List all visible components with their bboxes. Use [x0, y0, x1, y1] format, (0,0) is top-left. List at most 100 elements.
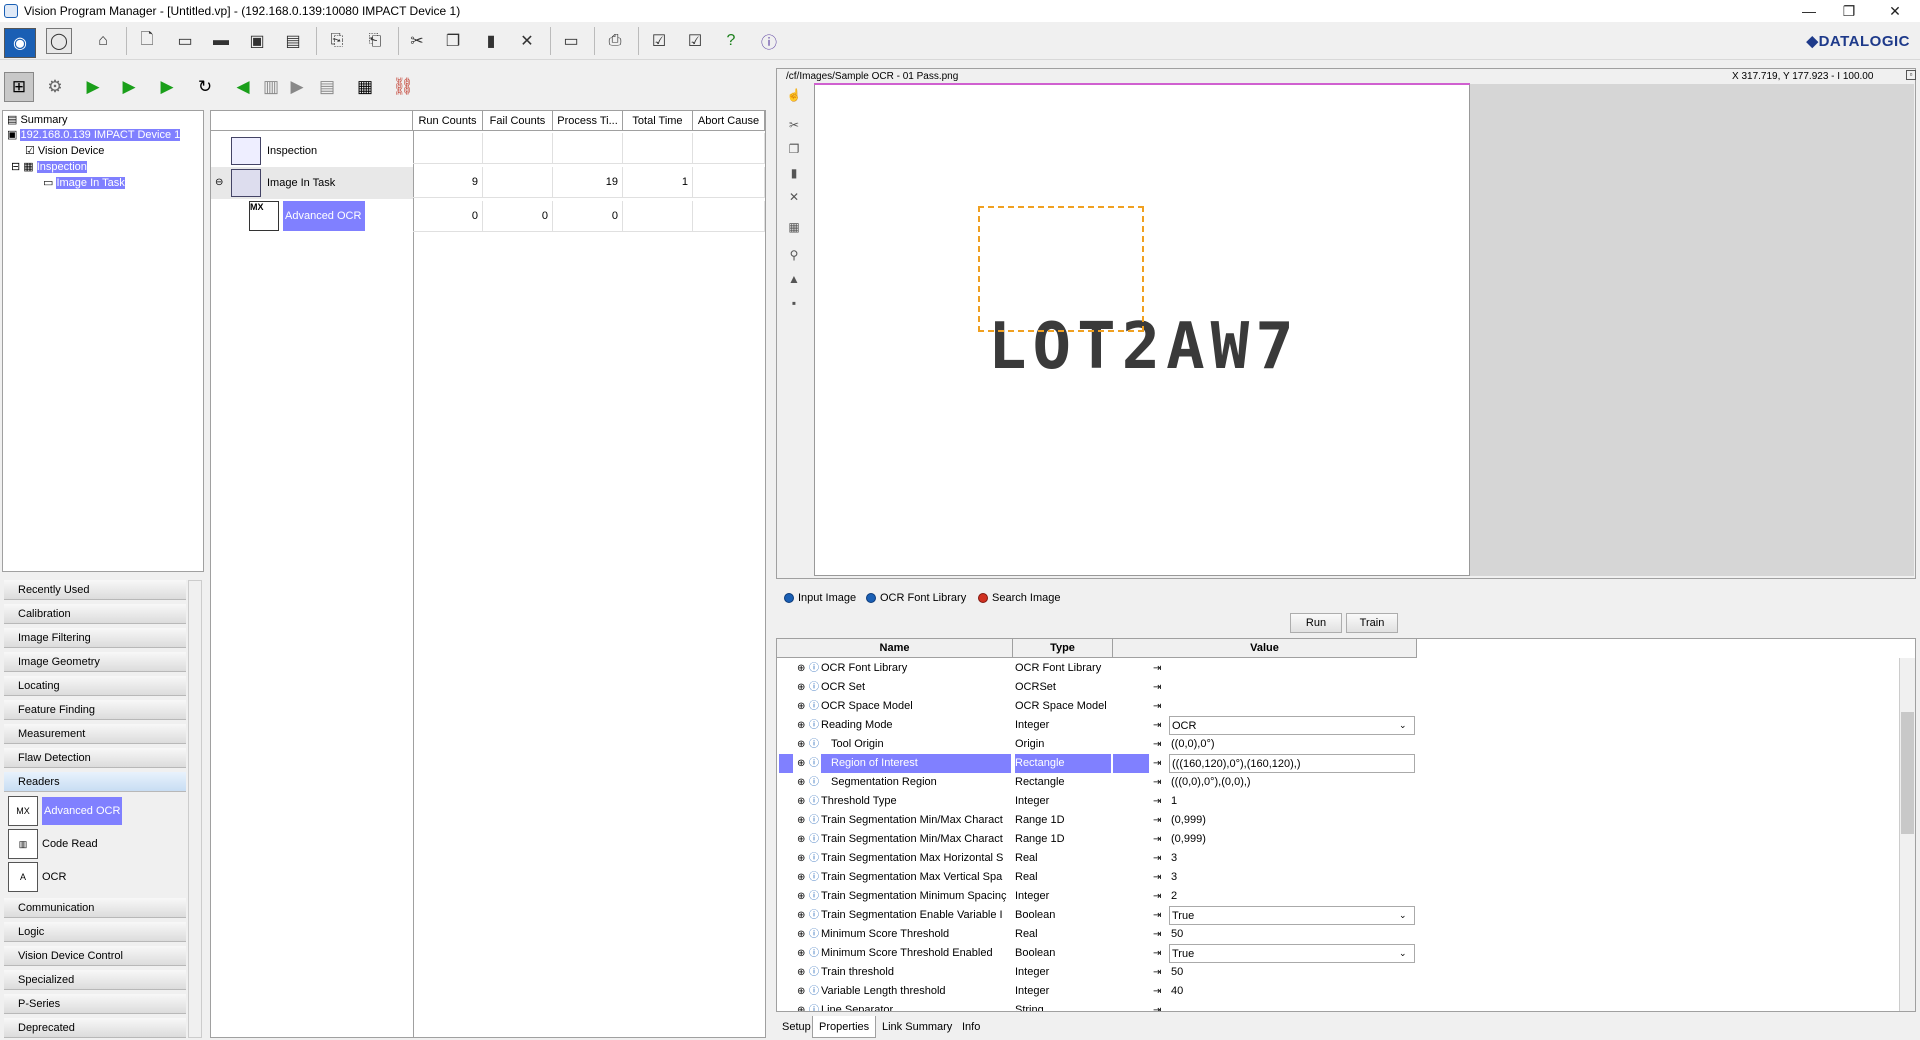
- property-value[interactable]: 3: [1169, 868, 1415, 887]
- info-icon[interactable]: ⓘ: [809, 716, 819, 735]
- cut-icon[interactable]: ✂: [404, 28, 430, 54]
- category-deprecated[interactable]: Deprecated: [4, 1018, 186, 1038]
- property-row[interactable]: ⊕ ⓘ Minimum Score Threshold Real ⇥ 50: [777, 925, 1417, 944]
- link-icon[interactable]: ⇥: [1153, 887, 1165, 906]
- category-specialized[interactable]: Specialized: [4, 970, 186, 990]
- scroll-thumb[interactable]: [1901, 712, 1914, 834]
- link-icon[interactable]: ⇥: [1153, 716, 1165, 735]
- tab-properties[interactable]: Properties: [812, 1016, 877, 1038]
- expand-icon[interactable]: ⊕: [797, 830, 805, 849]
- property-row[interactable]: ⊕ ⓘ Train Segmentation Max Horizontal S Rea…: [777, 849, 1417, 868]
- property-value[interactable]: [1169, 678, 1415, 697]
- expand-icon[interactable]: ⊕: [797, 925, 805, 944]
- property-value[interactable]: True: [1169, 906, 1415, 925]
- delete-icon[interactable]: ✕: [786, 190, 802, 206]
- expand-icon[interactable]: ⊕: [797, 811, 805, 830]
- property-value[interactable]: 1: [1169, 792, 1415, 811]
- property-value[interactable]: 2: [1169, 887, 1415, 906]
- run-button[interactable]: Run: [1290, 613, 1342, 633]
- home-icon[interactable]: ⌂: [90, 28, 116, 54]
- property-row[interactable]: ⊕ ⓘ Line Separator String ⇥: [777, 1001, 1417, 1011]
- property-value[interactable]: [1169, 1001, 1415, 1011]
- open-icon[interactable]: ▭: [172, 28, 198, 54]
- reset-counter-icon[interactable]: ▦: [350, 72, 380, 102]
- expand-icon[interactable]: ⊕: [797, 1001, 805, 1011]
- property-row[interactable]: ⊕ ⓘ OCR Space Model OCR Space Model ⇥: [777, 697, 1417, 716]
- expand-icon[interactable]: ⊕: [797, 868, 805, 887]
- property-value[interactable]: OCR: [1169, 716, 1415, 735]
- property-value[interactable]: (((160,120),0°),(160,120),): [1169, 754, 1415, 773]
- close-icon[interactable]: ✕: [1872, 0, 1918, 22]
- link-icon[interactable]: ⇥: [1153, 963, 1165, 982]
- grid-header[interactable]: Fail Counts: [483, 111, 553, 131]
- property-row[interactable]: ⊕ ⓘ Variable Length threshold Integer ⇥ 40: [777, 982, 1417, 1001]
- link-icon[interactable]: ⇥: [1153, 944, 1165, 963]
- region-of-interest-box[interactable]: [978, 206, 1144, 332]
- property-row[interactable]: ⊕ ⓘ Minimum Score Threshold Enabled Boolean…: [777, 944, 1417, 963]
- link-icon[interactable]: ⇥: [1153, 735, 1165, 754]
- category-locating[interactable]: Locating: [4, 676, 186, 696]
- cut-icon[interactable]: ✂: [786, 118, 802, 134]
- category-measurement[interactable]: Measurement: [4, 724, 186, 744]
- property-row[interactable]: ⊕ ⓘ Train Segmentation Min/Max Charact Rang…: [777, 830, 1417, 849]
- category-feature-finding[interactable]: Feature Finding: [4, 700, 186, 720]
- link-icon[interactable]: ⛓: [388, 72, 418, 102]
- tree-item-image-in-task[interactable]: ▭ Image In Task: [41, 176, 127, 190]
- property-value[interactable]: [1169, 659, 1415, 678]
- props-header-name[interactable]: Name: [777, 639, 1013, 658]
- tab-input-image[interactable]: Input Image: [782, 587, 856, 609]
- expand-icon[interactable]: ⊕: [797, 944, 805, 963]
- link-icon[interactable]: ⇥: [1153, 792, 1165, 811]
- expand-icon[interactable]: ⊕: [797, 982, 805, 1001]
- expand-icon[interactable]: ⊕: [797, 906, 805, 925]
- upload-icon[interactable]: ⎘: [324, 28, 350, 54]
- tab-info[interactable]: Info: [958, 1016, 980, 1038]
- stop-icon[interactable]: ◯: [46, 28, 72, 54]
- new-file-icon[interactable]: 🗋: [134, 28, 160, 54]
- expand-icon[interactable]: ⊕: [797, 735, 805, 754]
- grid-row-name[interactable]: Image In Task: [267, 177, 335, 189]
- property-row[interactable]: ⊕ ⓘ OCR Font Library OCR Font Library ⇥: [777, 659, 1417, 678]
- vision-device-icon[interactable]: ◉: [4, 28, 36, 58]
- print-icon[interactable]: ⎙: [602, 28, 628, 54]
- link-icon[interactable]: ⇥: [1153, 773, 1165, 792]
- category-logic[interactable]: Logic: [4, 922, 186, 942]
- chevron-down-icon[interactable]: ⌄: [1399, 716, 1407, 735]
- tool-ocr[interactable]: A OCR: [8, 862, 66, 892]
- property-row[interactable]: ⊕ ⓘ OCR Set OCRSet ⇥: [777, 678, 1417, 697]
- props-header-type[interactable]: Type: [1013, 639, 1113, 658]
- tool-advanced-ocr[interactable]: MX Advanced OCR: [8, 796, 123, 826]
- checklist-run-icon[interactable]: ☑: [682, 28, 708, 54]
- link-icon[interactable]: ⇥: [1153, 659, 1165, 678]
- property-row[interactable]: ⊕ ⓘ Train Segmentation Min/Max Charact Rang…: [777, 811, 1417, 830]
- expand-icon[interactable]: ⊕: [797, 887, 805, 906]
- expand-icon[interactable]: ⊕: [797, 849, 805, 868]
- blank-icon[interactable]: ▪: [786, 296, 802, 312]
- tree-item-device[interactable]: ▣ 192.168.0.139 IMPACT Device 1: [5, 128, 182, 142]
- property-row[interactable]: ⊕ ⓘ Train Segmentation Enable Variable I Bo…: [777, 906, 1417, 925]
- property-value[interactable]: 3: [1169, 849, 1415, 868]
- run-icon[interactable]: ▶: [78, 72, 108, 102]
- stack-icon[interactable]: ▤: [312, 72, 342, 102]
- expand-icon[interactable]: ⊕: [797, 773, 805, 792]
- property-row[interactable]: ⊕ ⓘ Tool Origin Origin ⇥ ((0,0),0°): [777, 735, 1417, 754]
- restore-icon[interactable]: ❐: [1826, 0, 1872, 22]
- paste-icon[interactable]: ▮: [478, 28, 504, 54]
- delete-icon[interactable]: ✕: [514, 28, 540, 54]
- program-view-icon[interactable]: ⊞: [4, 72, 34, 102]
- category-p-series[interactable]: P-Series: [4, 994, 186, 1014]
- loop-run-icon[interactable]: ↻: [190, 72, 220, 102]
- link-icon[interactable]: ⇥: [1153, 982, 1165, 1001]
- expand-icon[interactable]: ⊕: [797, 963, 805, 982]
- tool-code-read[interactable]: ▥ Code Read: [8, 829, 98, 859]
- expand-icon[interactable]: ⊕: [797, 754, 805, 773]
- info-icon[interactable]: ⓘ: [809, 659, 819, 678]
- folder-icon[interactable]: ▬: [208, 28, 234, 54]
- category-image-filtering[interactable]: Image Filtering: [4, 628, 186, 648]
- expand-icon[interactable]: ⊕: [797, 697, 805, 716]
- info-icon[interactable]: ⓘ: [809, 735, 819, 754]
- grid-row-name[interactable]: Advanced OCR: [283, 201, 365, 231]
- category-readers[interactable]: Readers: [4, 772, 186, 792]
- link-icon[interactable]: ⇥: [1153, 1001, 1165, 1011]
- next-icon[interactable]: ▶: [282, 72, 312, 102]
